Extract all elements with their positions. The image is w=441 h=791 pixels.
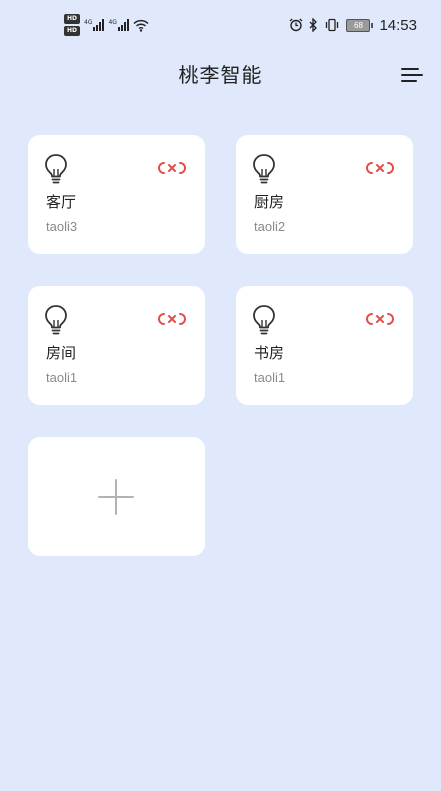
room-name: 书房 xyxy=(254,344,285,362)
room-name: 客厅 xyxy=(46,193,77,211)
link-broken-icon xyxy=(366,162,394,174)
room-name: 房间 xyxy=(46,344,77,362)
room-name: 厨房 xyxy=(254,193,285,211)
link-broken-icon xyxy=(158,313,186,325)
add-device-button[interactable] xyxy=(28,437,205,556)
device-card[interactable]: 房间 taoli1 xyxy=(28,286,205,405)
plus-icon xyxy=(98,479,134,515)
bulb-icon xyxy=(45,305,67,335)
device-card[interactable]: 客厅 taoli3 xyxy=(28,135,205,254)
bulb-icon xyxy=(253,305,275,335)
link-broken-icon xyxy=(158,162,186,174)
bulb-icon xyxy=(45,154,67,184)
link-broken-icon xyxy=(366,313,394,325)
device-card[interactable]: 厨房 taoli2 xyxy=(236,135,413,254)
device-id: taoli1 xyxy=(46,370,78,385)
bulb-icon xyxy=(253,154,275,184)
device-id: taoli3 xyxy=(46,219,78,234)
device-id: taoli1 xyxy=(254,370,286,385)
device-id: taoli2 xyxy=(254,219,286,234)
device-card[interactable]: 书房 taoli1 xyxy=(236,286,413,405)
device-grid: 客厅 taoli3 厨房 taoli2 房间 taoli1 书房 taoli1 xyxy=(0,0,441,791)
